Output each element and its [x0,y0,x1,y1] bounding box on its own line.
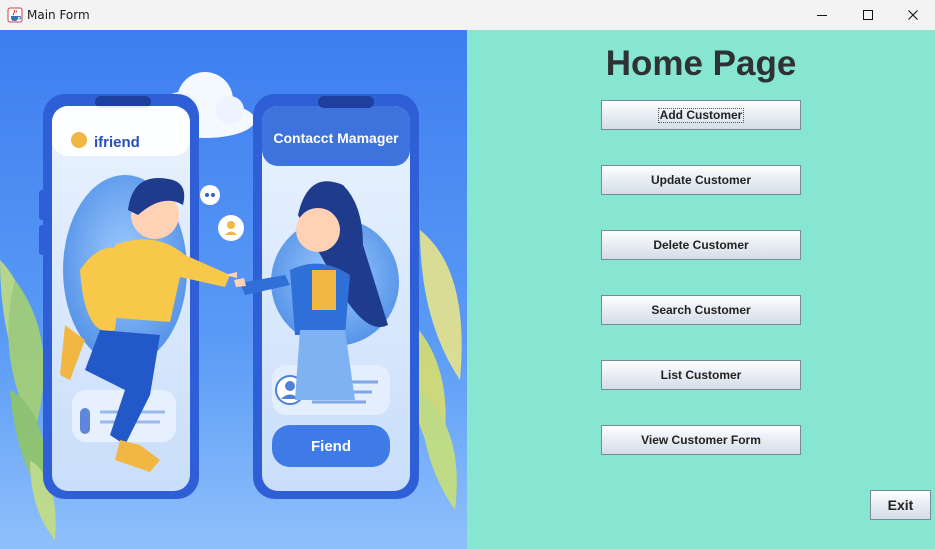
exit-label: Exit [887,497,914,513]
minimize-icon [817,15,827,16]
view-customer-form-button[interactable]: View Customer Form [601,425,801,455]
maximize-button[interactable] [845,0,891,30]
add-customer-button[interactable]: Add Customer [601,100,801,130]
window-titlebar: Main Form [0,0,935,30]
window-title: Main Form [27,8,90,22]
add-customer-label: Add Customer [657,107,745,123]
exit-button[interactable]: Exit [870,490,931,520]
svg-text:Fiend: Fiend [311,438,351,455]
home-page-panel: Home Page Add Customer Update Customer D… [467,30,935,549]
contact-manager-illustration: ifriend Contacct Mamager Fiend [0,30,467,549]
update-customer-label: Update Customer [650,173,751,187]
list-customer-label: List Customer [660,368,742,382]
view-customer-form-label: View Customer Form [641,433,761,447]
search-customer-button[interactable]: Search Customer [601,295,801,325]
list-customer-button[interactable]: List Customer [601,360,801,390]
svg-text:ifriend: ifriend [94,134,140,151]
search-customer-label: Search Customer [651,303,751,317]
java-cup-icon [7,7,23,23]
maximize-icon [863,10,873,20]
delete-customer-button[interactable]: Delete Customer [601,230,801,260]
delete-customer-label: Delete Customer [653,238,749,252]
page-title: Home Page [605,44,797,83]
minimize-button[interactable] [799,0,845,30]
illustration-graphic: ifriend Contacct Mamager Fiend [0,30,467,549]
close-icon [908,10,918,20]
close-button[interactable] [890,0,935,30]
update-customer-button[interactable]: Update Customer [601,165,801,195]
svg-text:Contacct Mamager: Contacct Mamager [273,130,399,146]
